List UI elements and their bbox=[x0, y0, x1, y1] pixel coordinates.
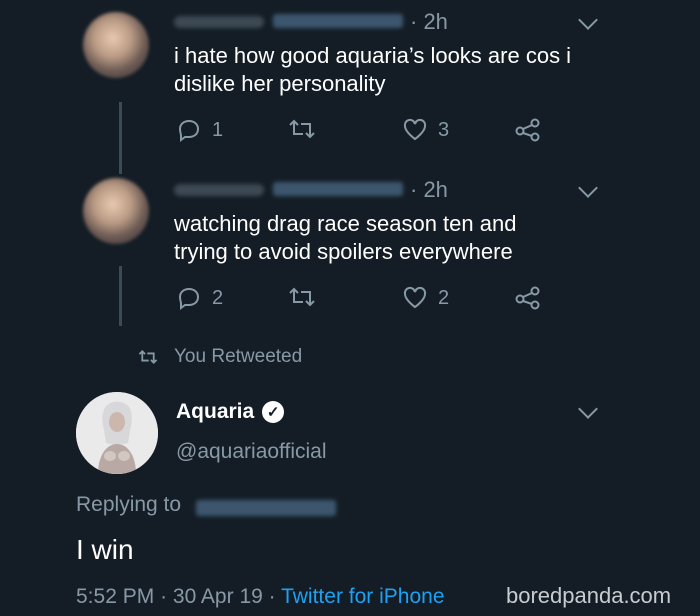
tweet-source-link[interactable]: Twitter for iPhone bbox=[281, 585, 444, 608]
heart-icon bbox=[403, 286, 427, 309]
like-count: 2 bbox=[438, 286, 450, 309]
like-count: 3 bbox=[438, 118, 450, 141]
retweet-notice-label: You Retweeted bbox=[174, 346, 303, 367]
author-row[interactable]: Aquaria ✓ bbox=[176, 400, 285, 424]
tweet-meta: 5:52 PM · 30 Apr 19 · Twitter for iPhone bbox=[76, 585, 445, 608]
reply-count: 2 bbox=[212, 286, 224, 309]
tweet-timestamp[interactable]: 5:52 PM bbox=[76, 585, 154, 608]
replying-to-label: Replying to bbox=[76, 493, 182, 516]
tweet-time: · 2h bbox=[410, 177, 448, 202]
reply-icon bbox=[178, 119, 200, 142]
tweet-time: · 2h bbox=[410, 9, 448, 34]
reply-count: 1 bbox=[212, 118, 224, 141]
redacted-name bbox=[174, 16, 264, 28]
share-icon bbox=[515, 118, 540, 142]
tweet-text: i hate how good aquaria’s looks are cos … bbox=[174, 43, 572, 96]
tweet-text: watching drag race season ten and trying… bbox=[174, 211, 517, 264]
redacted-handle bbox=[273, 14, 403, 28]
author-handle[interactable]: @aquariaofficial bbox=[176, 440, 327, 464]
share-icon bbox=[515, 286, 540, 310]
retweet-button[interactable] bbox=[288, 286, 316, 308]
reply-button[interactable]: 2 bbox=[176, 286, 223, 310]
retweet-icon bbox=[289, 119, 315, 139]
tweet-text: I win bbox=[76, 534, 134, 565]
redacted-reply-handle[interactable] bbox=[196, 500, 336, 516]
replying-to: Replying to bbox=[76, 493, 181, 517]
retweet-icon bbox=[289, 287, 315, 307]
chevron-down-icon[interactable] bbox=[578, 399, 598, 419]
avatar[interactable] bbox=[76, 392, 158, 474]
retweet-button[interactable] bbox=[288, 118, 316, 140]
tweet-date[interactable]: 30 Apr 19 bbox=[173, 585, 263, 608]
avatar[interactable] bbox=[83, 178, 149, 244]
retweet-icon bbox=[138, 350, 158, 364]
retweet-notice: You Retweeted bbox=[138, 346, 302, 368]
heart-icon bbox=[403, 118, 427, 141]
share-button[interactable] bbox=[515, 286, 541, 310]
watermark: boredpanda.com bbox=[506, 583, 672, 608]
chevron-down-icon[interactable] bbox=[578, 178, 598, 198]
chevron-down-icon[interactable] bbox=[578, 10, 598, 30]
verified-badge-icon: ✓ bbox=[262, 401, 285, 423]
reply-icon bbox=[178, 287, 200, 310]
reply-button[interactable]: 1 bbox=[176, 118, 223, 142]
like-button[interactable]: 2 bbox=[402, 286, 449, 310]
avatar[interactable] bbox=[83, 12, 149, 78]
redacted-handle bbox=[273, 182, 403, 196]
redacted-name bbox=[174, 184, 264, 196]
thread-line bbox=[119, 266, 122, 326]
share-button[interactable] bbox=[515, 118, 541, 142]
thread-line bbox=[119, 102, 122, 174]
like-button[interactable]: 3 bbox=[402, 118, 449, 142]
display-name[interactable]: Aquaria bbox=[176, 400, 254, 424]
